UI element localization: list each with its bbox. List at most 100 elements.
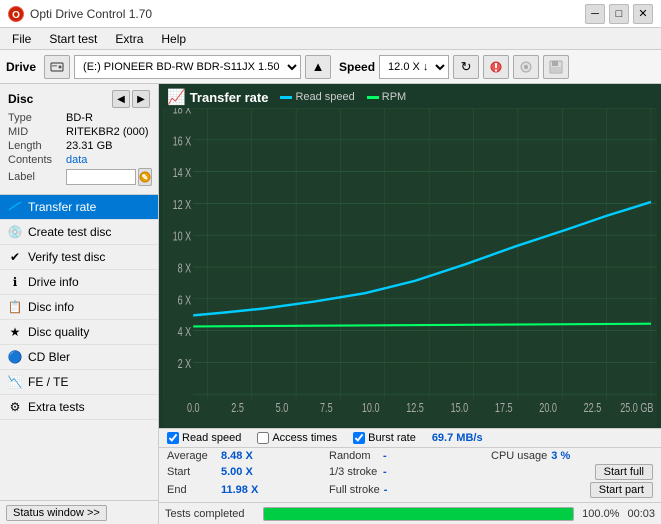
disc-length-val: 23.31 GB — [66, 140, 112, 152]
start-full-col: Start full — [491, 464, 653, 480]
nav-label-disc-quality: Disc quality — [28, 325, 89, 339]
label-edit-button[interactable]: ✎ — [138, 168, 152, 186]
svg-text:7.5: 7.5 — [320, 402, 333, 416]
average-col: Average 8.48 X — [167, 450, 329, 462]
start-part-col: Start part — [491, 482, 653, 498]
drive-select[interactable]: (E:) PIONEER BD-RW BDR-S11JX 1.50 — [74, 55, 301, 79]
svg-text:5.0: 5.0 — [276, 402, 289, 416]
nav-item-disc-info[interactable]: 📋 Disc info — [0, 295, 158, 320]
burst-rate-checkbox[interactable] — [353, 432, 365, 444]
titlebar-left: O Opti Drive Control 1.70 — [8, 6, 152, 22]
minimize-button[interactable]: ─ — [585, 4, 605, 24]
end-col: End 11.98 X — [167, 484, 329, 496]
nav-list: Transfer rate 💿 Create test disc ✔ Verif… — [0, 195, 158, 500]
svg-text:10 X: 10 X — [173, 230, 192, 244]
drive-icon-button[interactable] — [44, 55, 70, 79]
menu-start-test[interactable]: Start test — [41, 30, 105, 48]
disc-label-row: Label ✎ — [8, 168, 150, 186]
status-window-button[interactable]: Status window >> — [6, 505, 107, 521]
titlebar-controls: ─ □ ✕ — [585, 4, 653, 24]
menu-help[interactable]: Help — [153, 30, 194, 48]
access-times-checkbox[interactable] — [257, 432, 269, 444]
disc-contents-row: Contents data — [8, 154, 150, 166]
progress-bar-fill — [264, 508, 573, 520]
disc-label-key: Label — [8, 171, 66, 183]
drive-info-icon: ℹ — [8, 275, 22, 289]
stroke1-key: 1/3 stroke — [329, 466, 379, 478]
nav-item-verify-test-disc[interactable]: ✔ Verify test disc — [0, 245, 158, 270]
legend-read-speed-label: Read speed — [295, 91, 354, 103]
transfer-rate-icon — [8, 200, 22, 214]
disc-title: Disc — [8, 92, 33, 106]
burst-rate-checkbox-label[interactable]: Burst rate — [353, 432, 416, 444]
svg-text:25.0 GB: 25.0 GB — [620, 402, 653, 416]
create-test-disc-icon: 💿 — [8, 225, 22, 239]
access-times-checkbox-text: Access times — [272, 432, 337, 444]
nav-item-cd-bler[interactable]: 🔵 CD Bler — [0, 345, 158, 370]
refresh-button[interactable]: ↻ — [453, 55, 479, 79]
stroke1-val: - — [383, 466, 428, 478]
legend-rpm-label: RPM — [382, 91, 406, 103]
label-input[interactable] — [66, 169, 136, 185]
read-speed-checkbox[interactable] — [167, 432, 179, 444]
save-button[interactable] — [543, 55, 569, 79]
status-text: Tests completed — [165, 508, 255, 520]
sidebar: Disc ◀ ▶ Type BD-R MID RITEKBR2 (000) Le… — [0, 84, 159, 524]
nav-item-create-test-disc[interactable]: 💿 Create test disc — [0, 220, 158, 245]
bottom-stats: Average 8.48 X Random - CPU usage 3 % St… — [159, 447, 661, 502]
end-key: End — [167, 484, 217, 496]
start-part-button[interactable]: Start part — [590, 482, 653, 498]
legend-rpm-color — [367, 96, 379, 99]
nav-label-cd-bler: CD Bler — [28, 350, 70, 364]
random-key: Random — [329, 450, 379, 462]
svg-text:4 X: 4 X — [178, 326, 192, 340]
start-full-button[interactable]: Start full — [595, 464, 653, 480]
nav-label-fe-te: FE / TE — [28, 375, 68, 389]
nav-item-transfer-rate[interactable]: Transfer rate — [0, 195, 158, 220]
stats-row-3: End 11.98 X Full stroke - Start part — [167, 482, 653, 498]
content-area: 📈 Transfer rate Read speed RPM — [159, 84, 661, 524]
read-speed-checkbox-label[interactable]: Read speed — [167, 432, 241, 444]
menu-file[interactable]: File — [4, 30, 39, 48]
chart-svg: 2 X 4 X 6 X 8 X 10 X 12 X 14 X 16 X 18 X… — [163, 108, 657, 426]
close-button[interactable]: ✕ — [633, 4, 653, 24]
disc-prev-button[interactable]: ◀ — [112, 90, 130, 108]
cpu-val: 3 % — [551, 450, 596, 462]
speed-label: Speed — [339, 60, 375, 74]
nav-item-fe-te[interactable]: 📉 FE / TE — [0, 370, 158, 395]
nav-label-create-test-disc: Create test disc — [28, 225, 111, 239]
chart-title-icon: 📈 — [167, 88, 186, 106]
progress-pct: 100.0% — [582, 508, 619, 520]
chart-header: 📈 Transfer rate Read speed RPM — [159, 84, 661, 108]
disc-length-key: Length — [8, 140, 66, 152]
start-val: 5.00 X — [221, 466, 266, 478]
start-col: Start 5.00 X — [167, 466, 329, 478]
maximize-button[interactable]: □ — [609, 4, 629, 24]
full-stroke-key: Full stroke — [329, 484, 380, 496]
disc-header: Disc ◀ ▶ — [8, 90, 150, 108]
nav-label-extra-tests: Extra tests — [28, 400, 85, 414]
disc-contents-val[interactable]: data — [66, 154, 87, 166]
start-key: Start — [167, 466, 217, 478]
access-times-checkbox-label[interactable]: Access times — [257, 432, 337, 444]
nav-item-extra-tests[interactable]: ⚙ Extra tests — [0, 395, 158, 420]
stats-row-1: Average 8.48 X Random - CPU usage 3 % — [167, 450, 653, 462]
elapsed-time: 00:03 — [627, 508, 655, 520]
disc-mid-row: MID RITEKBR2 (000) — [8, 126, 150, 138]
eject-button[interactable]: ▲ — [305, 55, 331, 79]
svg-text:22.5: 22.5 — [584, 402, 602, 416]
options-button[interactable] — [483, 55, 509, 79]
menu-extra[interactable]: Extra — [107, 30, 151, 48]
disc-info-icon: 📋 — [8, 300, 22, 314]
disc-next-button[interactable]: ▶ — [132, 90, 150, 108]
disc-quality-icon: ★ — [8, 325, 22, 339]
burn-button[interactable] — [513, 55, 539, 79]
burst-rate-value: 69.7 MB/s — [432, 432, 483, 444]
average-key: Average — [167, 450, 217, 462]
nav-item-disc-quality[interactable]: ★ Disc quality — [0, 320, 158, 345]
nav-item-drive-info[interactable]: ℹ Drive info — [0, 270, 158, 295]
svg-text:6 X: 6 X — [178, 294, 192, 308]
speed-select[interactable]: 12.0 X ↓ — [379, 55, 449, 79]
full-stroke-col: Full stroke - — [329, 484, 491, 496]
chart-title-text: Transfer rate — [190, 90, 269, 105]
